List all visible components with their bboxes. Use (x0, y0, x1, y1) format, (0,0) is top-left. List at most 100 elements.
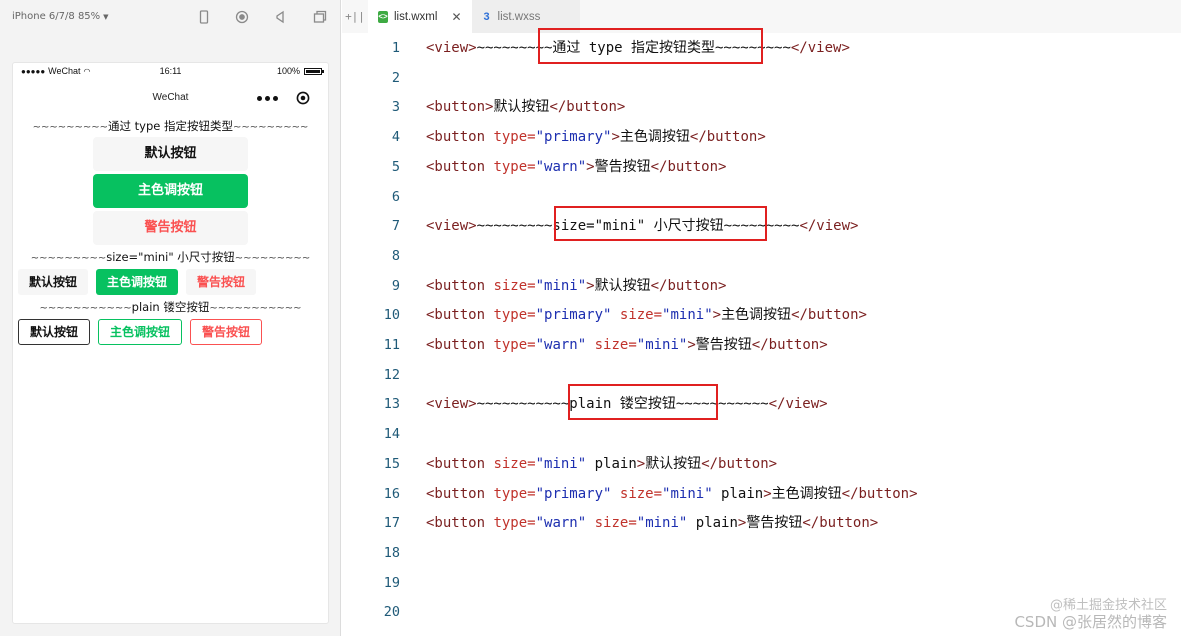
code-token: type= (493, 307, 536, 324)
code-token: size= (619, 485, 663, 502)
code-token: size= (493, 455, 536, 472)
tab-label: list.wxml (394, 10, 438, 23)
highlight-box (568, 384, 718, 420)
code-line[interactable]: 18 (342, 538, 1181, 568)
close-miniprogram-icon[interactable] (285, 87, 320, 109)
phone-icon[interactable] (196, 9, 212, 25)
device-select[interactable]: iPhone 6/7/8 85% ▼ (12, 11, 109, 22)
code-token: </button> (650, 158, 727, 175)
code-line[interactable]: 5 <button type="warn">警告按钮</button> (342, 152, 1181, 182)
page-content: ~~~~~~~~~通过 type 指定按钮类型~~~~~~~~~ 默认按钮 主色… (13, 117, 328, 345)
tab-label: list.wxss (497, 10, 541, 23)
wxss-file-icon: 3 (483, 10, 490, 23)
code-line[interactable]: 13 <view>~~~~~~~~~~~plain 镂空按钮~~~~~~~~~~~… (342, 389, 1181, 419)
code-line[interactable]: 16 <button type="primary" size="mini" pla… (342, 479, 1181, 509)
code-line[interactable]: 8 (342, 241, 1181, 271)
watermark: @稀土掘金技术社区 CSDN @张居然的博客 (1014, 598, 1167, 630)
line-number: 17 (383, 515, 400, 532)
code-token: <button (426, 337, 494, 353)
code-token: <button (426, 307, 494, 324)
code-token: "warn" (535, 515, 587, 532)
phone-screen: ●●●●● WeChat ◠ 16:11 100% WeChat ~~~~~~~… (12, 62, 329, 624)
code-token: > (586, 158, 595, 175)
code-token: </button> (791, 307, 867, 324)
line-number: 6 (391, 188, 400, 205)
code-token: > (763, 485, 772, 502)
code-line[interactable]: 2 (342, 63, 1181, 93)
plain-primary-button[interactable]: 主色调按钮 (98, 319, 183, 345)
code-token: type= (493, 129, 536, 146)
code-token: "mini" (662, 485, 713, 502)
code-line[interactable]: 15 <button size="mini" plain>默认按钮</button… (342, 449, 1181, 479)
code-token: </button> (689, 129, 766, 146)
plain-warn-button[interactable]: 警告按钮 (190, 319, 263, 345)
mini-warn-button[interactable]: 警告按钮 (186, 269, 257, 295)
code-token: > (712, 307, 722, 324)
code-token: <button (426, 277, 494, 294)
code-line[interactable]: 3 <button>默认按钮</button> (342, 92, 1181, 122)
simulator-panel: iPhone 6/7/8 85% ▼ ●●●●● WeChat ◠ 16:11 … (0, 0, 341, 636)
code-token: type= (493, 158, 536, 175)
mini-default-button[interactable]: 默认按钮 (18, 269, 89, 295)
code-token: "mini" (662, 307, 713, 324)
status-bar: ●●●●● WeChat ◠ 16:11 100% (13, 63, 328, 81)
line-number: 3 (391, 99, 400, 116)
code-token: plain (712, 485, 764, 502)
code-token: <button (426, 129, 494, 146)
line-number: 5 (391, 158, 400, 175)
default-button[interactable]: 默认按钮 (93, 137, 248, 171)
battery-percent: 100% (276, 66, 300, 76)
code-line[interactable]: 9 <button size="mini">默认按钮</button> (342, 271, 1181, 301)
code-line[interactable]: 10 <button type="primary" size="mini">主色调… (342, 300, 1181, 330)
code-editor: +|| <> list.wxml ✕ 3 list.wxss 1 <view>~~… (342, 0, 1181, 636)
tab-list-wxml[interactable]: <> list.wxml ✕ (368, 0, 472, 33)
wxml-file-icon: <> (378, 10, 388, 23)
close-icon[interactable]: ✕ (451, 10, 461, 24)
split-editor-icon[interactable]: +|| (342, 0, 368, 33)
code-token: "primary" (535, 129, 612, 146)
code-token: size= (619, 307, 663, 324)
line-number: 12 (383, 366, 400, 383)
code-token: 警告按钮 (695, 337, 752, 353)
line-number: 13 (383, 396, 400, 413)
code-line[interactable]: 19 (342, 568, 1181, 598)
line-number: 7 (391, 218, 400, 235)
line-number: 11 (383, 337, 400, 353)
code-token: type= (493, 515, 536, 532)
code-token: type= (493, 337, 536, 353)
code-line[interactable]: 11 <button type="warn" size="mini">警告按钮</… (342, 330, 1181, 360)
code-token: 警告按钮 (594, 158, 651, 175)
code-line[interactable]: 14 (342, 419, 1181, 449)
code-token: "mini" (535, 277, 587, 294)
code-token: "primary" (535, 485, 612, 502)
line-number: 4 (391, 129, 400, 146)
mini-primary-button[interactable]: 主色调按钮 (96, 269, 179, 295)
code-token: > (636, 455, 646, 472)
code-token: "warn" (535, 337, 587, 353)
window-icon[interactable] (312, 9, 328, 25)
code-token: 警告按钮 (746, 515, 803, 532)
code-token: 主色调按钮 (721, 307, 792, 324)
code-token: "warn" (535, 158, 587, 175)
battery-icon (304, 67, 324, 75)
code-token: <view> (426, 40, 477, 56)
code-text: <button type="primary" size="mini">主色调按钮… (426, 300, 867, 330)
warn-button[interactable]: 警告按钮 (93, 211, 248, 245)
volume-icon[interactable] (272, 9, 288, 25)
code-line[interactable]: 12 (342, 360, 1181, 390)
plain-button-row: 默认按钮 主色调按钮 警告按钮 (13, 319, 328, 345)
record-icon[interactable] (234, 9, 250, 25)
code-token: </button> (650, 277, 727, 294)
more-icon[interactable] (250, 87, 285, 109)
primary-button[interactable]: 主色调按钮 (93, 174, 248, 208)
section-title-plain: ~~~~~~~~~~~plain 镂空按钮~~~~~~~~~~~ (39, 300, 302, 314)
watermark-top: @稀土掘金技术社区 (1049, 598, 1167, 613)
code-token: "mini" (535, 455, 587, 472)
chevron-down-icon: ▼ (103, 12, 109, 21)
code-line[interactable]: 4 <button type="primary">主色调按钮</button> (342, 122, 1181, 152)
code-line[interactable]: 17 <button type="warn" size="mini" plain>… (342, 508, 1181, 538)
line-number: 1 (391, 40, 400, 56)
plain-default-button[interactable]: 默认按钮 (18, 319, 91, 345)
code-token: size= (594, 515, 637, 532)
